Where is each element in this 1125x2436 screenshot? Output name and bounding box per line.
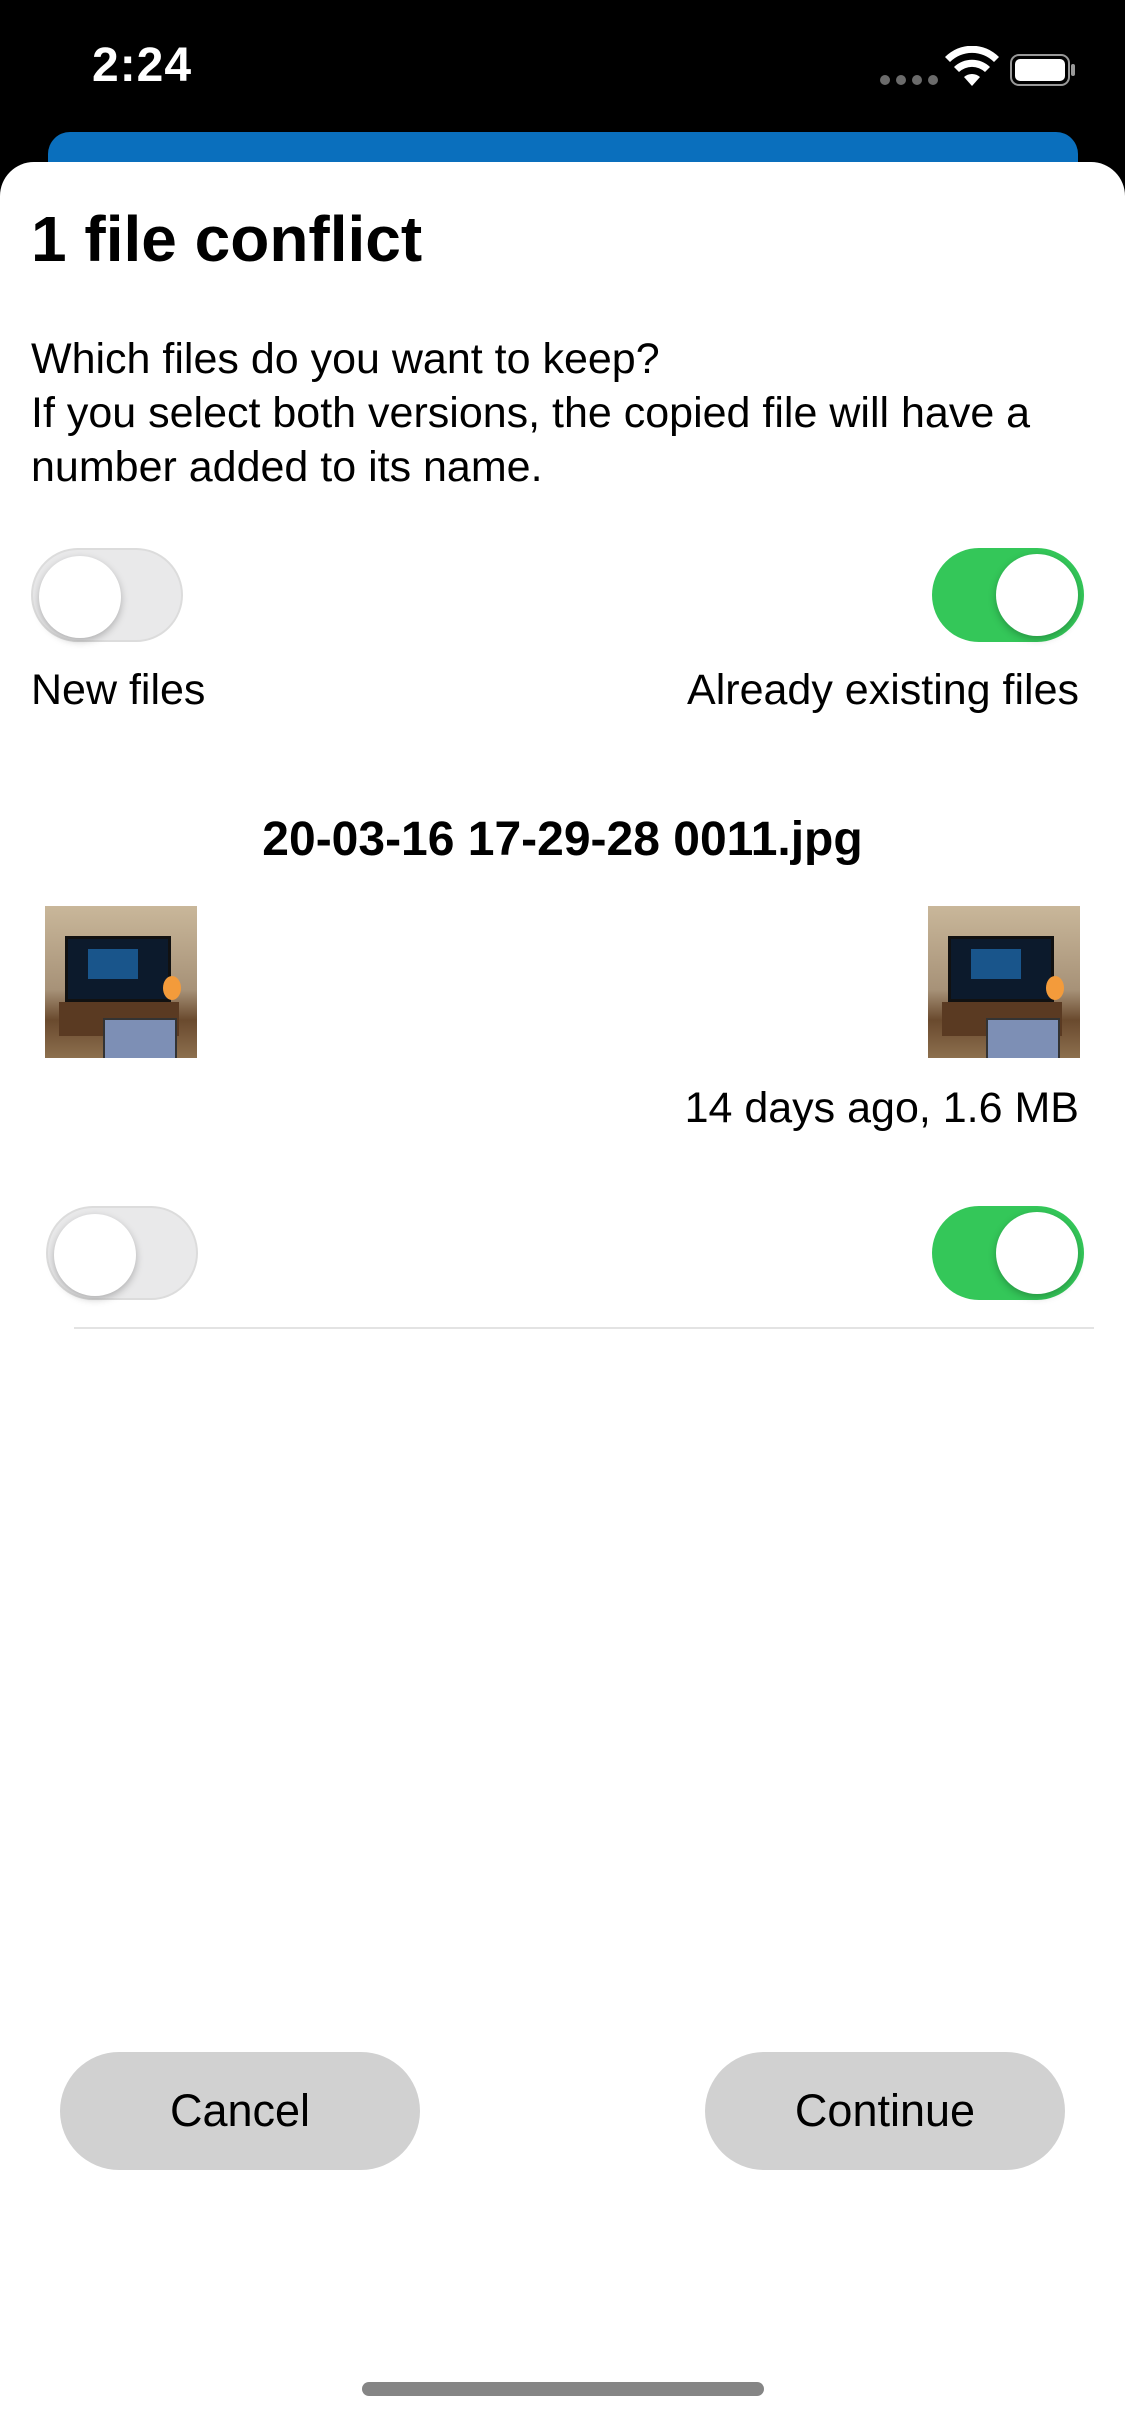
cancel-button[interactable]: Cancel [60, 2052, 420, 2170]
description-line-2: If you select both versions, the copied … [31, 389, 1031, 491]
file-name: 20-03-16 17-29-28 0011.jpg [262, 813, 863, 866]
battery-icon [1010, 54, 1075, 86]
file-existing-version-toggle[interactable] [932, 1206, 1084, 1300]
wifi-icon [945, 46, 999, 86]
toggle-knob [996, 1212, 1078, 1294]
dialog-description: Which files do you want to keep? If you … [31, 332, 1091, 494]
new-file-thumbnail [45, 906, 197, 1058]
toggle-knob [39, 556, 121, 638]
status-time: 2:24 [92, 39, 193, 92]
new-files-label: New files [31, 666, 206, 714]
existing-file-meta: 14 days ago, 1.6 MB [684, 1084, 1079, 1132]
existing-files-label: Already existing files [687, 666, 1079, 714]
new-files-toggle[interactable] [31, 548, 183, 642]
description-line-1: Which files do you want to keep? [31, 335, 660, 383]
signal-dots-icon [880, 72, 944, 90]
existing-file-thumbnail [928, 906, 1080, 1058]
home-indicator[interactable] [362, 2382, 764, 2396]
existing-files-toggle[interactable] [932, 548, 1084, 642]
conflict-sheet: 1 file conflict Which files do you want … [0, 162, 1125, 2436]
toggle-knob [996, 554, 1078, 636]
status-bar: 2:24 [0, 0, 1125, 140]
toggle-knob [54, 1214, 136, 1296]
divider [74, 1327, 1094, 1329]
dialog-title: 1 file conflict [31, 203, 423, 275]
continue-button[interactable]: Continue [705, 2052, 1065, 2170]
file-new-version-toggle[interactable] [46, 1206, 198, 1300]
